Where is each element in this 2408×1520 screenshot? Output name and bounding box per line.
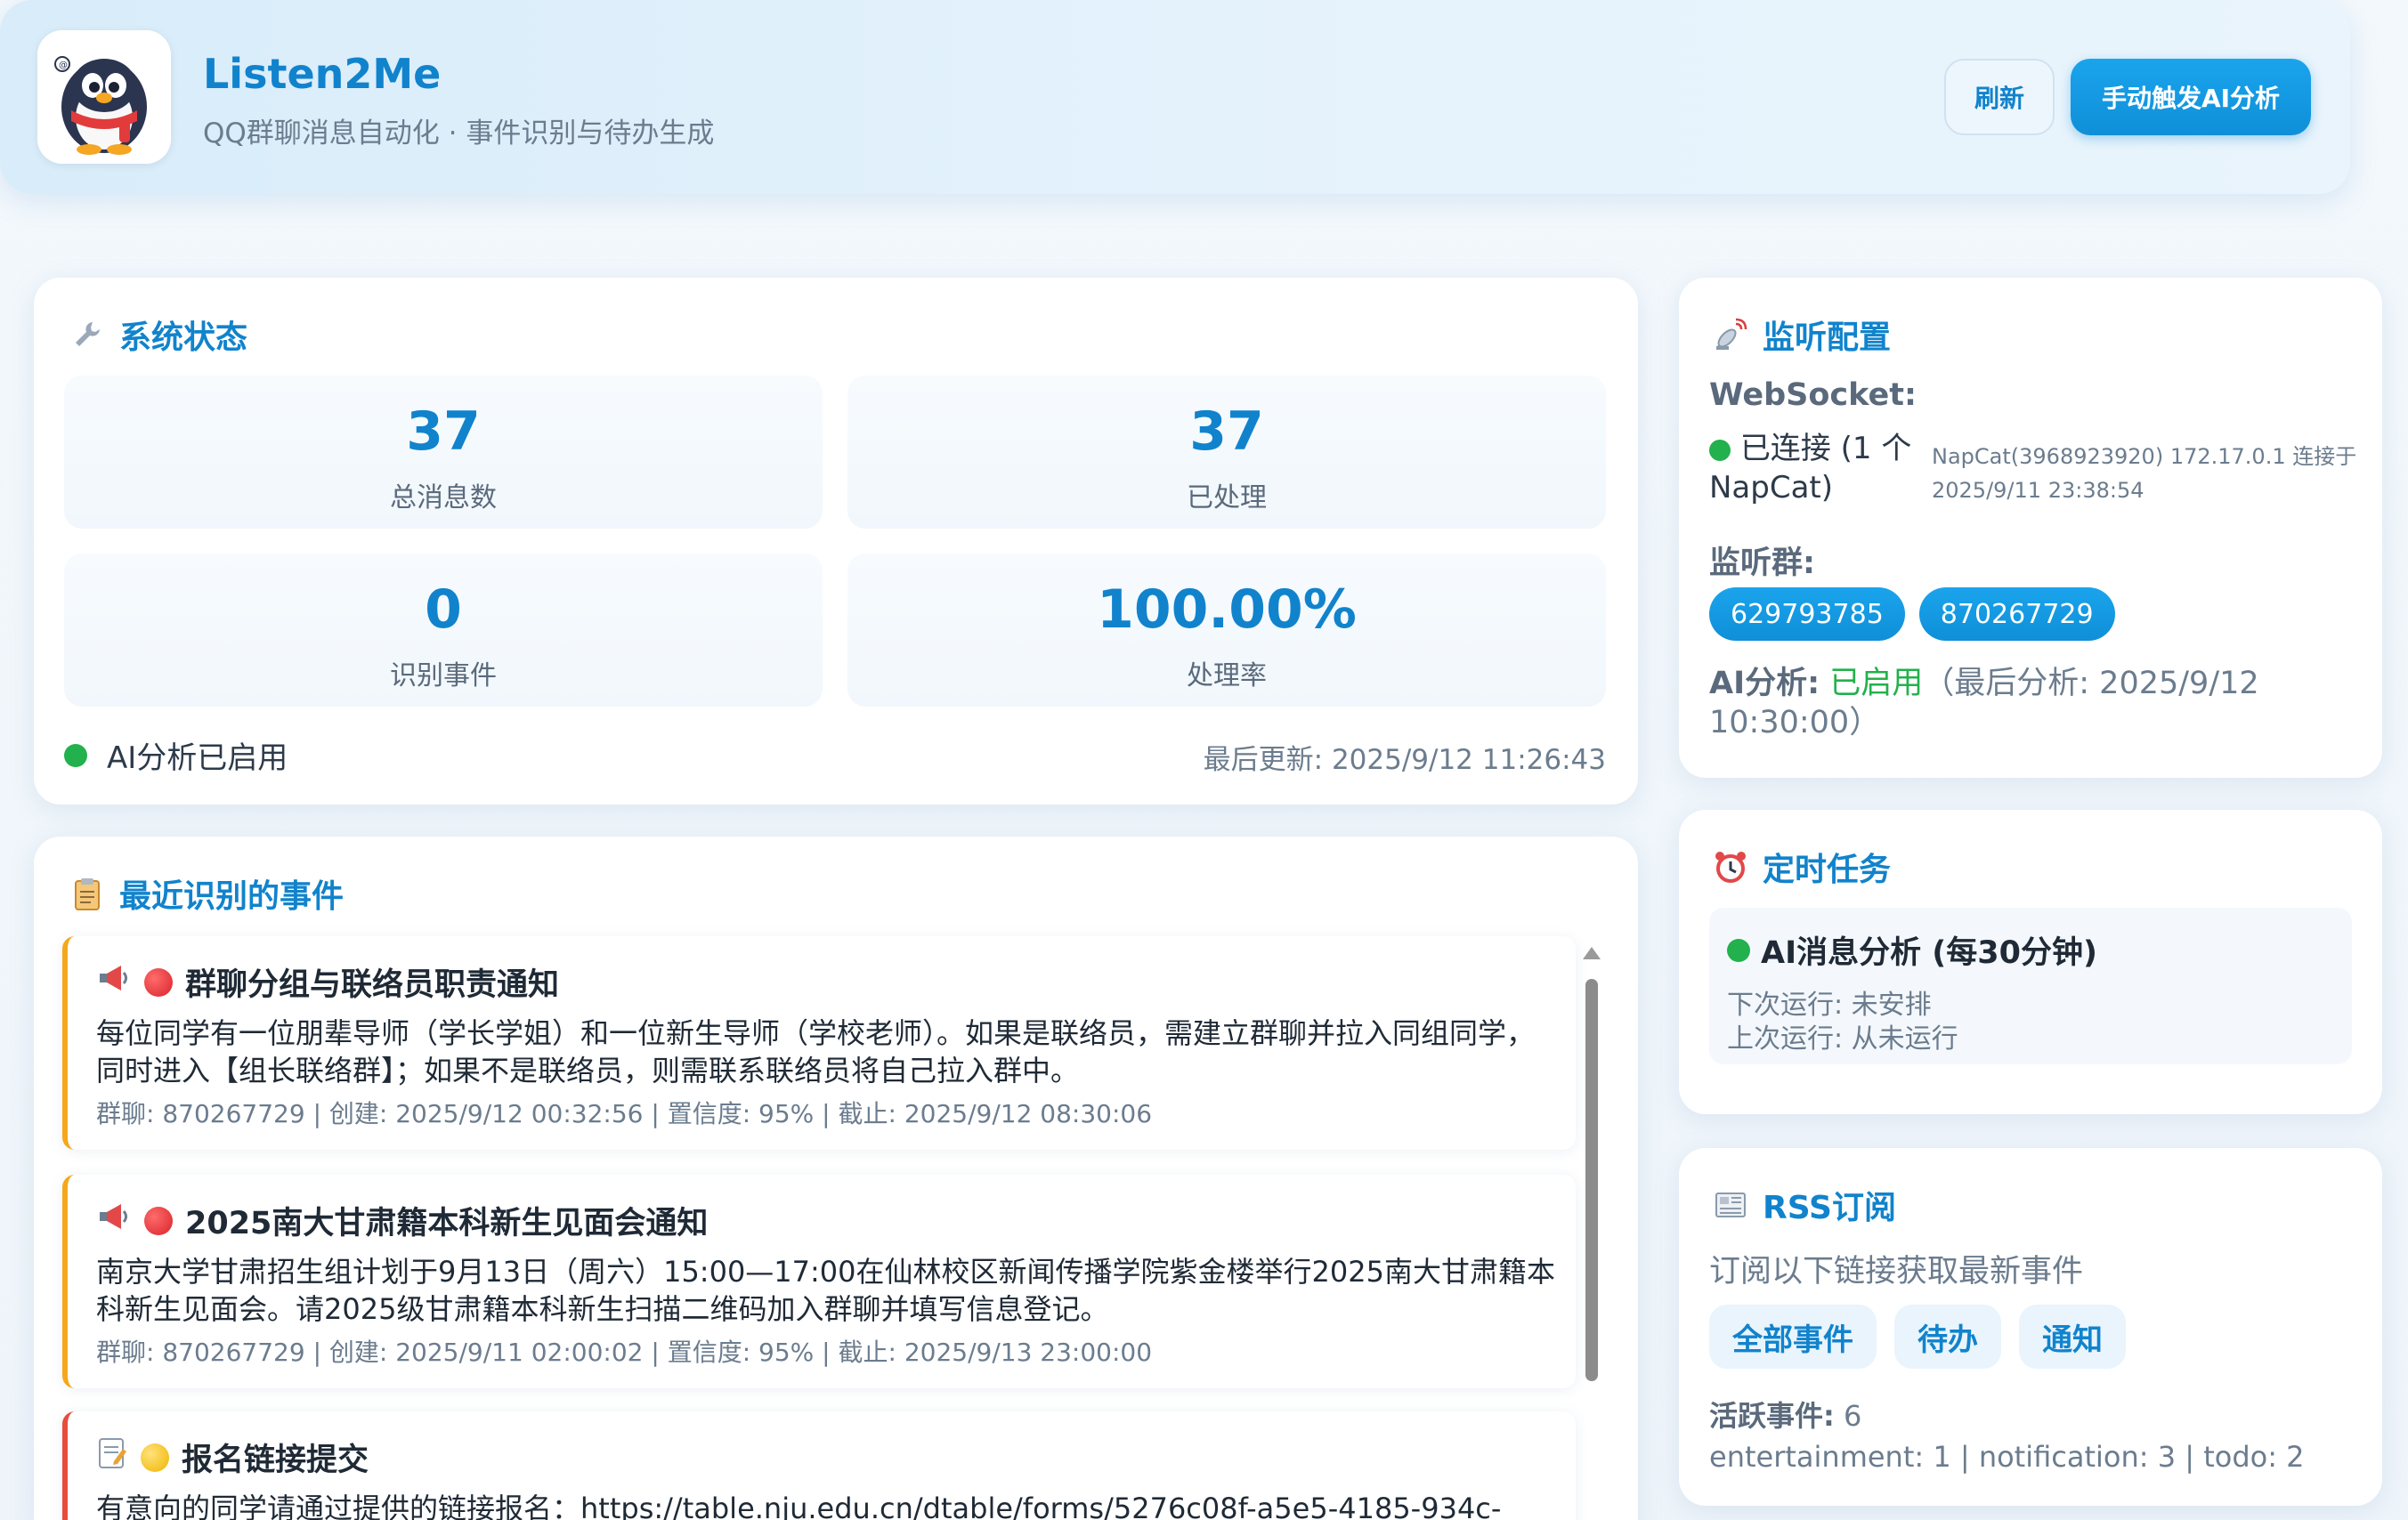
system-status-card: 系统状态 37 总消息数 37 已处理 0 识别事件 100.00% 处理率 A… — [34, 278, 1638, 804]
app-title: Listen2Me — [203, 50, 442, 98]
event-item[interactable]: 2025南大甘肃籍本科新生见面会通知 南京大学甘肃招生组计划于9月13日（周六）… — [62, 1175, 1576, 1388]
megaphone-icon — [96, 1201, 132, 1241]
priority-medium-icon — [141, 1443, 169, 1472]
section-title-text: RSS订阅 — [1763, 1190, 1896, 1226]
section-title-text: 监听配置 — [1763, 319, 1892, 356]
stat-value: 0 — [425, 578, 462, 641]
monitor-config-title: 监听配置 — [1713, 311, 1891, 358]
rss-link-notification[interactable]: 通知 — [2019, 1305, 2126, 1369]
task-item[interactable]: AI消息分析 (每30分钟) 下次运行: 未安排 上次运行: 从未运行 — [1709, 908, 2352, 1064]
section-title-text: 定时任务 — [1763, 852, 1892, 888]
event-item[interactable]: 报名链接提交 有意向的同学请通过提供的链接报名：https://table.nj… — [62, 1411, 1576, 1520]
monitor-config-card: 监听配置 WebSocket: 已连接 (1 个 NapCat) NapCat(… — [1679, 278, 2382, 778]
websocket-status: 已连接 (1 个 NapCat) — [1709, 429, 1923, 507]
websocket-label: WebSocket: — [1709, 377, 1917, 413]
clipboard-icon — [69, 876, 105, 911]
rss-link-all-events[interactable]: 全部事件 — [1709, 1305, 1877, 1369]
stat-value: 37 — [1189, 400, 1264, 463]
active-events-label: 活跃事件: — [1709, 1399, 1835, 1433]
connected-dot-icon — [1709, 439, 1731, 461]
app-subtitle: QQ群聊消息自动化 · 事件识别与待办生成 — [203, 117, 715, 150]
stat-label: 已处理 — [1187, 482, 1267, 513]
event-type-breakdown: entertainment: 1 | notification: 3 | tod… — [1709, 1440, 2305, 1474]
listen-groups-label: 监听群: — [1709, 546, 1815, 581]
section-title-text: 最近识别的事件 — [119, 878, 345, 915]
stat-label: 总消息数 — [390, 482, 497, 513]
system-status-title: 系统状态 — [69, 311, 247, 358]
group-chip[interactable]: 870267729 — [1918, 587, 2115, 641]
svg-text:@: @ — [59, 61, 68, 70]
ai-analysis-status: AI分析: 已启用（最后分析: 2025/9/12 10:30:00） — [1709, 664, 2350, 742]
alarm-clock-icon — [1713, 849, 1748, 885]
task-active-dot-icon — [1727, 938, 1750, 962]
status-dot-icon — [64, 743, 87, 767]
event-description: 每位同学有一位朋辈导师（学长学姐）和一位新生导师（学校老师）。如果是联络员，需建… — [96, 1016, 1536, 1087]
event-title: 报名链接提交 — [182, 1443, 369, 1478]
megaphone-icon — [96, 962, 132, 1002]
websocket-status-text: 已连接 (1 个 NapCat) — [1709, 431, 1912, 505]
scrollbar-thumb[interactable] — [1585, 979, 1598, 1381]
event-meta: 群聊: 870267729 | 创建: 2025/9/12 00:32:56 |… — [96, 1099, 1153, 1128]
ai-status-indicator: AI分析已启用 — [64, 733, 288, 777]
scheduled-tasks-card: 定时任务 AI消息分析 (每30分钟) 下次运行: 未安排 上次运行: 从未运行 — [1679, 810, 2382, 1114]
stat-processed: 37 已处理 — [847, 376, 1606, 529]
refresh-button[interactable]: 刷新 — [1944, 59, 2055, 135]
event-header: 2025南大甘肃籍本科新生见面会通知 — [96, 1198, 708, 1243]
event-meta: 群聊: 870267729 | 创建: 2025/9/11 02:00:02 |… — [96, 1338, 1153, 1367]
rss-links: 全部事件 待办 通知 — [1709, 1305, 2126, 1369]
listen-groups-list: 629793785 870267729 — [1709, 587, 2115, 641]
wrench-icon — [69, 317, 105, 352]
scheduled-tasks-title: 定时任务 — [1713, 844, 1891, 890]
rss-title: RSS订阅 — [1713, 1182, 1896, 1228]
event-description: 南京大学甘肃招生组计划于9月13日（周六）15:00—17:00在仙林校区新闻传… — [96, 1255, 1555, 1326]
stat-processing-rate: 100.00% 处理率 — [847, 554, 1606, 707]
stat-label: 识别事件 — [390, 660, 497, 691]
rss-link-todo[interactable]: 待办 — [1894, 1305, 2001, 1369]
task-header: AI消息分析 (每30分钟) — [1727, 927, 2097, 973]
newspaper-icon — [1713, 1187, 1748, 1223]
rss-subscription-card: RSS订阅 订阅以下链接获取最新事件 全部事件 待办 通知 活跃事件: 6 en… — [1679, 1148, 2382, 1506]
stat-value: 100.00% — [1097, 578, 1357, 641]
ai-analysis-label: AI分析: — [1709, 666, 1820, 701]
stat-value: 37 — [406, 400, 481, 463]
section-title-text: 系统状态 — [119, 319, 248, 356]
scroll-up-arrow-icon[interactable] — [1583, 947, 1601, 959]
event-header: 群聊分组与联络员职责通知 — [96, 959, 559, 1005]
task-last-run: 上次运行: 从未运行 — [1727, 1023, 1958, 1055]
trigger-ai-analysis-button[interactable]: 手动触发AI分析 — [2071, 59, 2311, 135]
stat-label: 处理率 — [1187, 660, 1267, 691]
satellite-icon — [1713, 317, 1748, 352]
websocket-detail: NapCat(3968923920) 172.17.0.1 连接于 2025/9… — [1932, 444, 2357, 503]
penguin-logo: @ — [37, 30, 171, 164]
active-events-count: 6 — [1843, 1399, 1862, 1433]
app-header: @ Listen2Me QQ群聊消息自动化 · 事件识别与待办生成 刷新 手动触… — [0, 0, 2350, 194]
last-update-text: 最后更新: 2025/9/12 11:26:43 — [1203, 744, 1606, 776]
stat-total-messages: 37 总消息数 — [64, 376, 823, 529]
rss-description: 订阅以下链接获取最新事件 — [1709, 1254, 2084, 1290]
event-header: 报名链接提交 — [96, 1435, 369, 1480]
active-events: 活跃事件: 6 — [1709, 1394, 1861, 1435]
priority-high-icon — [144, 1206, 173, 1235]
task-name: AI消息分析 (每30分钟) — [1761, 935, 2097, 971]
memo-icon — [96, 1436, 128, 1478]
stat-events-identified: 0 识别事件 — [64, 554, 823, 707]
priority-high-icon — [144, 967, 173, 997]
event-description: 有意向的同学请通过提供的链接报名：https://table.nju.edu.c… — [96, 1492, 1502, 1520]
ai-status-text: AI分析已启用 — [107, 740, 288, 776]
recent-events-card: 最近识别的事件 群聊分组与联络员职责通知 每位同学有一位朋辈导师（学长学姐）和一… — [34, 837, 1638, 1520]
ai-analysis-state: 已启用 — [1829, 666, 1924, 701]
group-chip[interactable]: 629793785 — [1709, 587, 1905, 641]
event-title: 群聊分组与联络员职责通知 — [185, 967, 560, 1003]
recent-events-title: 最近识别的事件 — [69, 870, 344, 917]
event-item[interactable]: 群聊分组与联络员职责通知 每位同学有一位朋辈导师（学长学姐）和一位新生导师（学校… — [62, 936, 1576, 1150]
event-title: 2025南大甘肃籍本科新生见面会通知 — [185, 1206, 709, 1241]
